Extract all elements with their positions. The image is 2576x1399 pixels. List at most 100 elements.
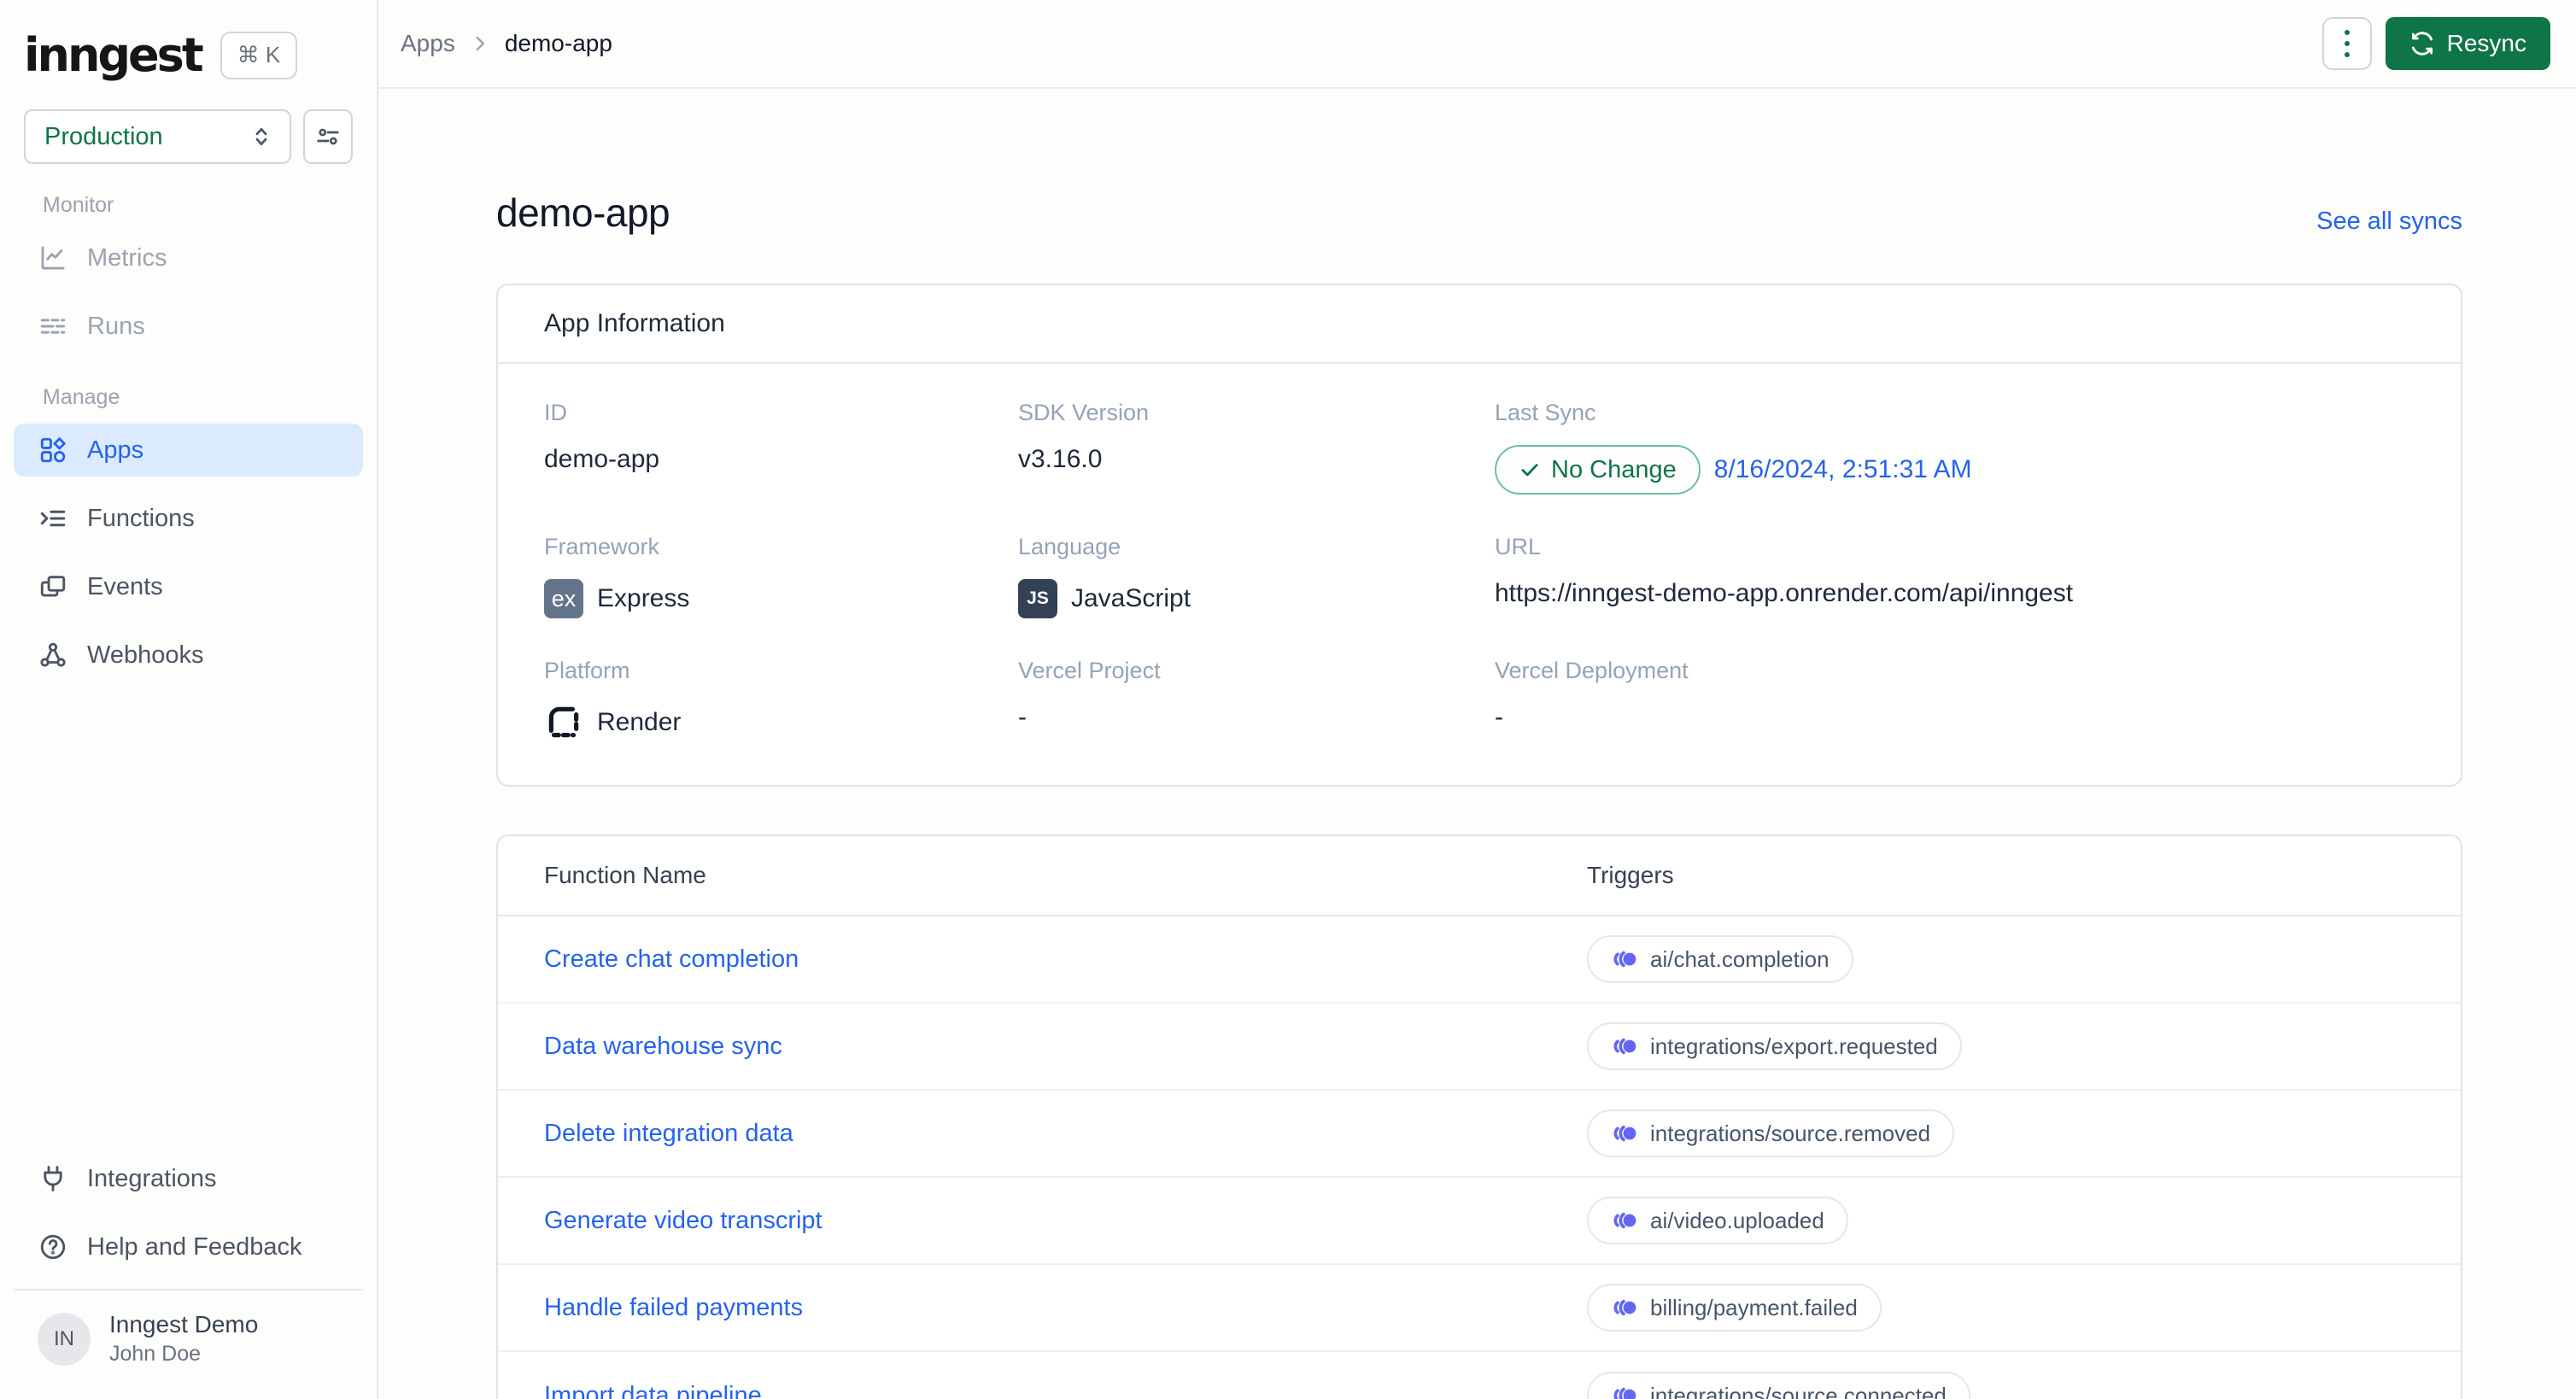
kebab-dot xyxy=(2344,30,2350,35)
field-id: ID demo-app xyxy=(544,400,1018,495)
render-icon xyxy=(544,703,583,742)
logo-row: inngest ⌘ K xyxy=(0,0,377,89)
kebab-dot xyxy=(2344,41,2350,46)
function-link[interactable]: Data warehouse sync xyxy=(544,1033,1587,1061)
trigger-pill: integrations/source.removed xyxy=(1587,1109,1955,1157)
table-row: Create chat completion ai/chat.completio… xyxy=(498,916,2461,1004)
sidebar-item-runs[interactable]: Runs xyxy=(14,300,363,353)
environment-row: Production xyxy=(0,109,377,164)
sliders-icon xyxy=(315,124,341,149)
inngest-logo: inngest xyxy=(24,28,204,82)
sidebar-item-apps[interactable]: Apps xyxy=(14,424,363,477)
environment-select[interactable]: Production xyxy=(24,109,291,164)
command-palette-shortcut[interactable]: ⌘ K xyxy=(220,32,298,79)
function-link[interactable]: Import data pipeline xyxy=(544,1382,1587,1399)
field-language: Language JS JavaScript xyxy=(1018,534,1495,618)
sidebar-item-label: Integrations xyxy=(87,1164,217,1192)
table-row: Handle failed payments billing/payment.f… xyxy=(498,1265,2461,1352)
field-sdk-version: SDK Version v3.16.0 xyxy=(1018,400,1495,495)
field-value: ex Express xyxy=(544,579,1018,618)
webhooks-icon xyxy=(38,640,68,670)
event-trigger-icon xyxy=(1611,1297,1638,1319)
trigger-label: billing/payment.failed xyxy=(1650,1294,1858,1320)
field-label: ID xyxy=(544,400,567,425)
function-link[interactable]: Create chat completion xyxy=(544,945,1587,974)
metrics-icon xyxy=(38,243,68,273)
topbar-actions: Resync xyxy=(2321,17,2550,70)
trigger-label: integrations/source.connected xyxy=(1650,1382,1947,1399)
app-information-header: App Information xyxy=(498,285,2461,364)
sidebar-item-help[interactable]: Help and Feedback xyxy=(14,1220,363,1273)
function-link[interactable]: Handle failed payments xyxy=(544,1294,1587,1322)
sidebar-nav: Monitor Metrics Runs Manage Apps Functio… xyxy=(0,193,377,697)
see-all-syncs-link[interactable]: See all syncs xyxy=(2316,208,2462,236)
profile-names: Inngest Demo John Doe xyxy=(109,1311,258,1367)
sidebar-footer: Integrations Help and Feedback IN Innges… xyxy=(0,1152,377,1399)
breadcrumb-current: demo-app xyxy=(504,30,612,56)
trigger-label: ai/video.uploaded xyxy=(1650,1207,1824,1233)
refresh-icon xyxy=(2409,31,2435,56)
field-label: Last Sync xyxy=(1495,400,1596,425)
events-icon xyxy=(38,571,68,602)
breadcrumb: Apps demo-app xyxy=(401,30,612,57)
runs-icon xyxy=(38,311,68,342)
last-sync-date-link[interactable]: 8/16/2024, 2:51:31 AM xyxy=(1714,455,1972,484)
event-trigger-icon xyxy=(1611,1209,1638,1232)
sidebar-item-functions[interactable]: Functions xyxy=(14,492,363,545)
main-area: Apps demo-app Resync demo-app See all sy… xyxy=(378,0,2576,1399)
sidebar-item-label: Webhooks xyxy=(87,641,204,669)
functions-card: Function Name Triggers Create chat compl… xyxy=(496,834,2462,1399)
sidebar-item-label: Metrics xyxy=(87,243,167,272)
unfold-chevrons-icon xyxy=(249,124,274,149)
field-label: URL xyxy=(1495,534,1542,559)
field-label: Language xyxy=(1018,534,1121,559)
field-value: JS JavaScript xyxy=(1018,579,1495,618)
sidebar-item-events[interactable]: Events xyxy=(14,560,363,613)
event-trigger-icon xyxy=(1611,1035,1638,1057)
sidebar: inngest ⌘ K Production Monitor Metrics R… xyxy=(0,0,378,1399)
event-trigger-icon xyxy=(1611,1384,1638,1399)
resync-label: Resync xyxy=(2446,30,2526,56)
nav-section-monitor: Monitor xyxy=(43,193,114,217)
function-link[interactable]: Delete integration data xyxy=(544,1120,1587,1148)
sidebar-item-label: Help and Feedback xyxy=(87,1232,302,1261)
trigger-label: integrations/export.requested xyxy=(1650,1033,1938,1059)
field-label: SDK Version xyxy=(1018,400,1150,425)
event-trigger-icon xyxy=(1611,1122,1638,1144)
environment-settings-button[interactable] xyxy=(303,109,353,164)
field-value: - xyxy=(1495,703,1503,731)
field-last-sync: Last Sync No Change 8/16/2024, 2:51:31 A… xyxy=(1495,400,2415,495)
topbar: Apps demo-app Resync xyxy=(378,0,2576,89)
profile-menu[interactable]: IN Inngest Demo John Doe xyxy=(14,1291,363,1390)
more-options-button[interactable] xyxy=(2321,17,2372,70)
field-label: Platform xyxy=(544,658,630,683)
breadcrumb-apps[interactable]: Apps xyxy=(401,30,455,57)
table-row: Generate video transcript ai/video.uploa… xyxy=(498,1178,2461,1265)
sidebar-item-webhooks[interactable]: Webhooks xyxy=(14,629,363,682)
trigger-pill: integrations/export.requested xyxy=(1587,1022,1962,1070)
profile-org: Inngest Demo xyxy=(109,1311,259,1338)
field-vercel-deployment: Vercel Deployment - xyxy=(1495,658,2415,742)
chevron-right-icon xyxy=(469,32,491,55)
field-label: Vercel Project xyxy=(1018,658,1161,683)
apps-icon xyxy=(38,435,68,465)
platform-value: Render xyxy=(597,708,682,736)
nav-section-manage: Manage xyxy=(43,385,120,409)
column-triggers: Triggers xyxy=(1587,862,1674,888)
field-vercel-project: Vercel Project - xyxy=(1018,658,1495,742)
field-value: No Change 8/16/2024, 2:51:31 AM xyxy=(1495,445,2415,495)
plug-icon xyxy=(38,1163,68,1194)
resync-button[interactable]: Resync xyxy=(2385,17,2550,70)
environment-label: Production xyxy=(44,122,163,150)
javascript-icon: JS xyxy=(1018,579,1057,618)
app-information-card: App Information ID demo-app SDK Version … xyxy=(496,284,2462,787)
field-value: demo-app xyxy=(544,445,660,473)
sidebar-item-metrics[interactable]: Metrics xyxy=(14,231,363,284)
avatar: IN xyxy=(38,1312,91,1366)
functions-icon xyxy=(38,503,68,534)
field-label: Vercel Deployment xyxy=(1495,658,1689,683)
sidebar-item-integrations[interactable]: Integrations xyxy=(14,1152,363,1205)
field-label: Framework xyxy=(544,534,660,559)
function-link[interactable]: Generate video transcript xyxy=(544,1207,1587,1235)
event-trigger-icon xyxy=(1611,948,1638,970)
